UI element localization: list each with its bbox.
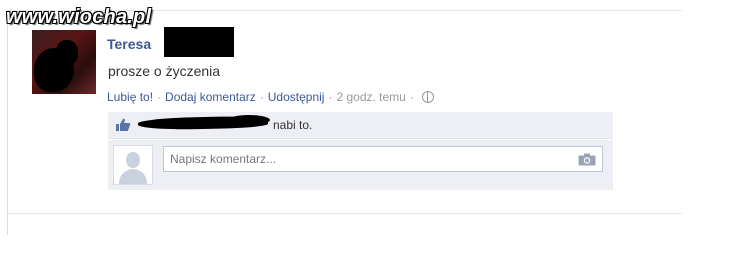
redaction-bar [164, 27, 234, 57]
separator: · [409, 90, 414, 104]
separator: · [328, 90, 333, 104]
separator: · [259, 90, 264, 104]
share-link[interactable]: Udostępnij [268, 90, 325, 104]
post-actions: Lubię to! · Dodaj komentarz · Udostępnij… [107, 90, 434, 104]
like-link[interactable]: Lubię to! [107, 90, 153, 104]
globe-icon [421, 91, 434, 103]
post-text: prosze o życzenia [108, 63, 221, 79]
author-avatar[interactable] [32, 30, 96, 94]
redaction-mark [56, 40, 78, 66]
add-comment-link[interactable]: Dodaj komentarz [165, 90, 256, 104]
likes-bar: nabi to. [108, 112, 613, 139]
avatar-body-shape [119, 169, 147, 184]
post-timestamp[interactable]: 2 godz. temu [336, 90, 405, 104]
comment-input[interactable] [163, 146, 603, 172]
watermark: www.wiocha.pl [6, 6, 152, 28]
redaction-bar [228, 115, 270, 125]
comment-composer [108, 140, 613, 190]
separator: · [157, 90, 162, 104]
user-avatar-placeholder [113, 145, 153, 185]
avatar-head-shape [126, 152, 140, 168]
thumbs-up-icon [116, 118, 131, 131]
bottom-divider [7, 213, 682, 214]
likes-text: nabi to. [273, 118, 313, 132]
author-name[interactable]: Teresa [107, 36, 151, 52]
camera-icon[interactable] [578, 153, 596, 166]
